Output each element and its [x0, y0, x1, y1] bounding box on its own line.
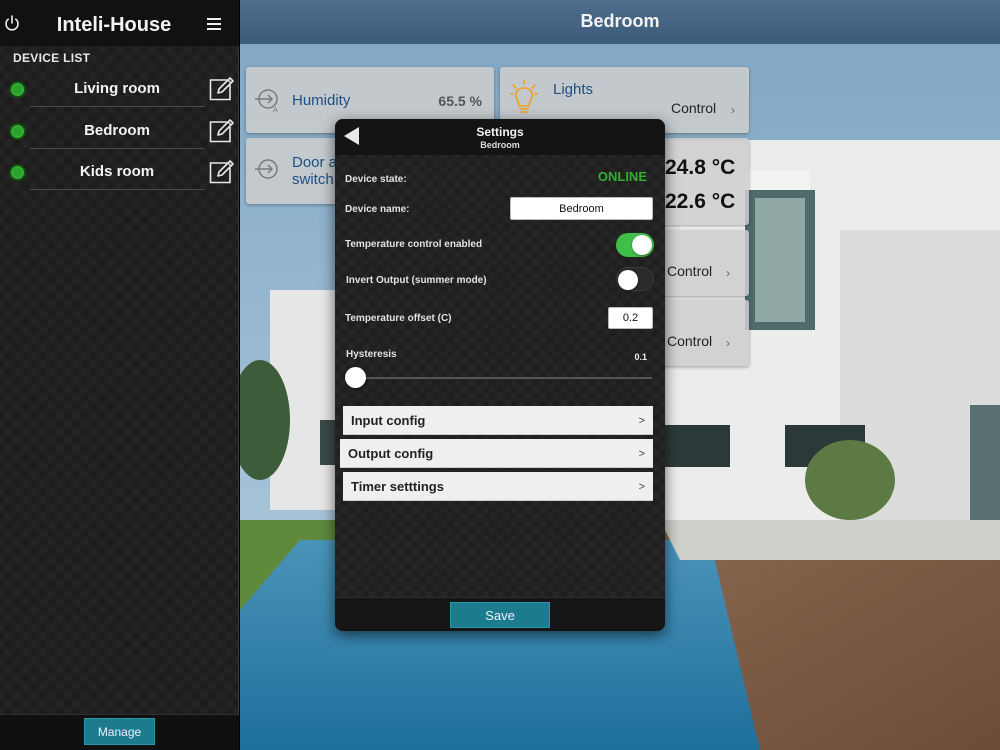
device-state-value: ONLINE	[597, 169, 647, 184]
temp-offset-label: Temperature offset (C)	[345, 313, 452, 324]
modal-title: Settings	[476, 125, 524, 139]
chevron-right-icon: ›	[726, 266, 730, 280]
divider	[30, 106, 205, 107]
modal-header: Settings Bedroom	[335, 119, 665, 155]
lights-control-link[interactable]: Control	[671, 100, 716, 116]
chevron-right-icon: ›	[731, 103, 735, 117]
control-link[interactable]: Control	[667, 333, 712, 349]
timer-settings-row[interactable]: Timer setttings >	[343, 472, 653, 501]
door-alarm-tile[interactable]: Door al switch	[246, 138, 346, 204]
temperature-value-1: 24.8 °C	[665, 156, 736, 179]
control-tile-a[interactable]: Control ›	[660, 230, 749, 296]
sensor-icon	[255, 159, 278, 179]
modal-footer: Save	[335, 597, 665, 631]
app-title: Inteli-House	[56, 14, 172, 36]
sidebar-footer: Manage	[0, 714, 239, 750]
modal-subtitle: Bedroom	[480, 140, 520, 150]
divider	[30, 189, 205, 190]
sensor-icon: A	[255, 89, 278, 113]
door-alarm-label-2: switch	[292, 171, 334, 188]
timer-settings-label: Timer setttings	[351, 479, 444, 494]
settings-modal: Settings Bedroom Device state: ONLINE De…	[335, 119, 665, 631]
chevron-right-icon: >	[638, 448, 645, 460]
output-config-label: Output config	[348, 446, 434, 461]
edit-icon[interactable]	[208, 118, 234, 144]
main-header: Bedroom	[240, 0, 1000, 44]
temperature-tile[interactable]: 24.8 °C 22.6 °C	[660, 138, 749, 225]
device-name: Kids room	[79, 163, 155, 180]
sidebar: Inteli-House DEVICE LIST Living room Bed…	[0, 0, 239, 750]
manage-button[interactable]: Manage	[84, 718, 155, 745]
menu-icon[interactable]	[207, 18, 221, 30]
device-name-label: Device name:	[345, 204, 410, 215]
edit-icon[interactable]	[208, 159, 234, 185]
save-button[interactable]: Save	[450, 602, 550, 628]
device-name-field[interactable]: Bedroom	[510, 197, 653, 220]
hysteresis-slider-handle[interactable]	[345, 367, 366, 388]
svg-text:A: A	[273, 107, 278, 113]
humidity-value: 65.5 %	[438, 93, 482, 109]
status-dot-icon	[9, 81, 26, 98]
edit-icon[interactable]	[208, 76, 234, 102]
device-state-label: Device state:	[345, 174, 407, 185]
device-item-bedroom[interactable]: Bedroom	[0, 112, 239, 152]
sidebar-header: Inteli-House	[0, 0, 239, 46]
hysteresis-label: Hysteresis	[346, 349, 397, 360]
temp-control-label: Temperature control enabled	[345, 239, 483, 250]
chevron-right-icon: ›	[726, 336, 730, 350]
device-item-kids-room[interactable]: Kids room	[0, 153, 239, 193]
device-list-label: DEVICE LIST	[13, 51, 91, 65]
control-link[interactable]: Control	[667, 263, 712, 279]
status-dot-icon	[9, 123, 26, 140]
temp-offset-field[interactable]: 0.2	[608, 307, 653, 329]
chevron-right-icon: >	[638, 415, 645, 427]
invert-output-label: Invert Output (summer mode)	[346, 275, 487, 286]
output-config-row[interactable]: Output config >	[340, 439, 653, 468]
humidity-label: Humidity	[292, 92, 351, 109]
device-item-living-room[interactable]: Living room	[0, 70, 239, 110]
device-name: Living room	[74, 80, 160, 97]
invert-output-toggle[interactable]	[616, 267, 654, 291]
temp-control-toggle[interactable]	[616, 233, 654, 257]
input-config-label: Input config	[351, 413, 426, 428]
hysteresis-value: 0.1	[634, 352, 647, 362]
input-config-row[interactable]: Input config >	[343, 406, 653, 435]
control-tile-b[interactable]: Control ›	[660, 300, 749, 366]
device-name: Bedroom	[84, 122, 150, 139]
divider	[30, 148, 205, 149]
chevron-right-icon: >	[638, 481, 645, 493]
hysteresis-slider-track[interactable]	[345, 377, 652, 379]
page-title: Bedroom	[580, 11, 660, 31]
door-alarm-label: Door al	[292, 154, 341, 171]
status-dot-icon	[9, 164, 26, 181]
lights-label: Lights	[553, 81, 594, 98]
temperature-value-2: 22.6 °C	[665, 190, 736, 213]
lightbulb-icon	[510, 79, 538, 113]
